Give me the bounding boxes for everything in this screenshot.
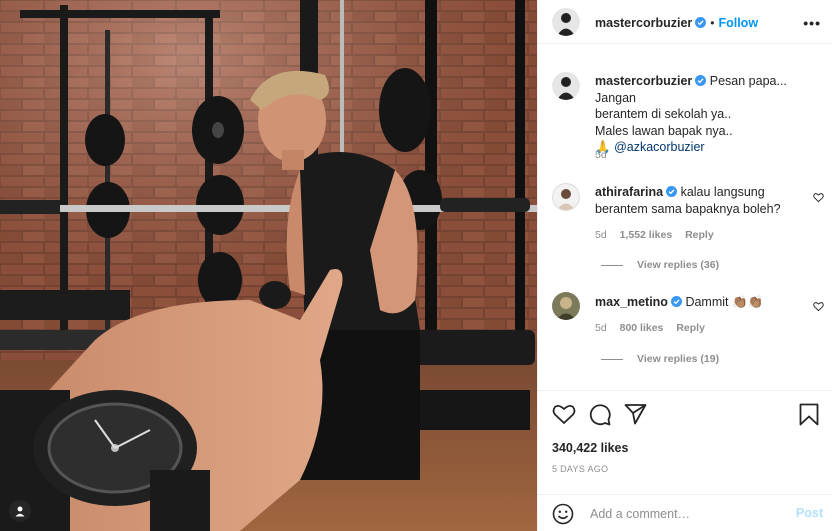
post-actions: 340,422 likes 5 DAYS AGO — [538, 390, 832, 490]
author-username[interactable]: mastercorbuzier — [595, 16, 692, 30]
comment-item: athirafarina kalau langsung berantem sam… — [595, 184, 810, 217]
comment-icon[interactable] — [588, 403, 611, 426]
comment-text: Dammit — [685, 295, 729, 309]
comment-time[interactable]: 5d — [595, 322, 607, 334]
instagram-post: mastercorbuzier • Follow ••• mastercorbuzi… — [0, 0, 832, 531]
comment-meta: 5d 800 likes Reply — [595, 322, 705, 334]
more-options-icon[interactable]: ••• — [803, 15, 821, 31]
follow-button[interactable]: Follow — [718, 16, 758, 30]
author-avatar[interactable] — [552, 8, 580, 36]
post-comment-button[interactable]: Post — [796, 506, 823, 520]
comment-emoji: 👏🏽👏🏽 — [731, 295, 764, 309]
post-side-panel: mastercorbuzier • Follow ••• mastercorbuzi… — [537, 0, 832, 531]
caption-line-2: berantem di sekolah ya.. — [595, 107, 732, 121]
emoji-icon[interactable] — [552, 503, 574, 525]
caption-username[interactable]: mastercorbuzier — [595, 74, 692, 88]
replies-divider — [601, 264, 623, 266]
comment-likes[interactable]: 1,552 likes — [620, 229, 673, 241]
caption-author-avatar[interactable] — [552, 72, 580, 100]
commenter-avatar[interactable] — [552, 183, 580, 211]
verified-badge-icon — [695, 75, 707, 86]
comment-like-heart-icon[interactable] — [813, 301, 824, 312]
share-icon[interactable] — [624, 403, 647, 425]
replies-divider — [601, 358, 623, 360]
separator-dot: • — [710, 16, 715, 30]
commenter-username[interactable]: max_metino — [595, 295, 668, 309]
post-likes-count[interactable]: 340,422 likes — [552, 441, 628, 455]
view-replies-label: View replies (36) — [637, 259, 720, 271]
reply-button[interactable]: Reply — [676, 322, 705, 334]
post-photo[interactable] — [0, 0, 537, 531]
comment-text-line-1: kalau langsung — [680, 185, 765, 199]
verified-badge-icon — [695, 17, 707, 28]
verified-badge-icon — [666, 186, 678, 197]
heart-icon[interactable] — [552, 403, 576, 425]
user-tag-icon[interactable] — [9, 500, 31, 522]
post-caption: mastercorbuzier Pesan papa... Jangan ber… — [595, 73, 825, 156]
bookmark-icon[interactable] — [799, 403, 819, 426]
caption-line-3: Males lawan bapak nya.. — [595, 123, 733, 138]
post-timestamp[interactable]: 5 DAYS AGO — [552, 464, 608, 474]
caption-mention-link[interactable]: @azkacorbuzier — [614, 140, 705, 154]
view-replies-label: View replies (19) — [637, 353, 720, 365]
comment-meta: 5d 1,552 likes Reply — [595, 229, 714, 241]
comment-like-heart-icon[interactable] — [813, 192, 824, 203]
add-comment-bar: Post — [538, 494, 832, 531]
comment-item: max_metino Dammit 👏🏽👏🏽 — [595, 294, 810, 311]
comment-text-line-2: berantem sama bapaknya boleh? — [595, 201, 781, 216]
view-replies-button[interactable]: View replies (36) — [601, 259, 719, 271]
comment-likes[interactable]: 800 likes — [620, 322, 664, 334]
caption-time[interactable]: 5d — [595, 149, 607, 161]
comment-time[interactable]: 5d — [595, 229, 607, 241]
gym-photo-illustration — [0, 0, 537, 531]
post-header: mastercorbuzier • Follow ••• — [538, 0, 832, 44]
commenter-avatar[interactable] — [552, 292, 580, 320]
comment-input[interactable] — [588, 503, 782, 525]
view-replies-button[interactable]: View replies (19) — [601, 353, 719, 365]
reply-button[interactable]: Reply — [685, 229, 714, 241]
commenter-username[interactable]: athirafarina — [595, 185, 663, 199]
verified-badge-icon — [670, 296, 682, 307]
